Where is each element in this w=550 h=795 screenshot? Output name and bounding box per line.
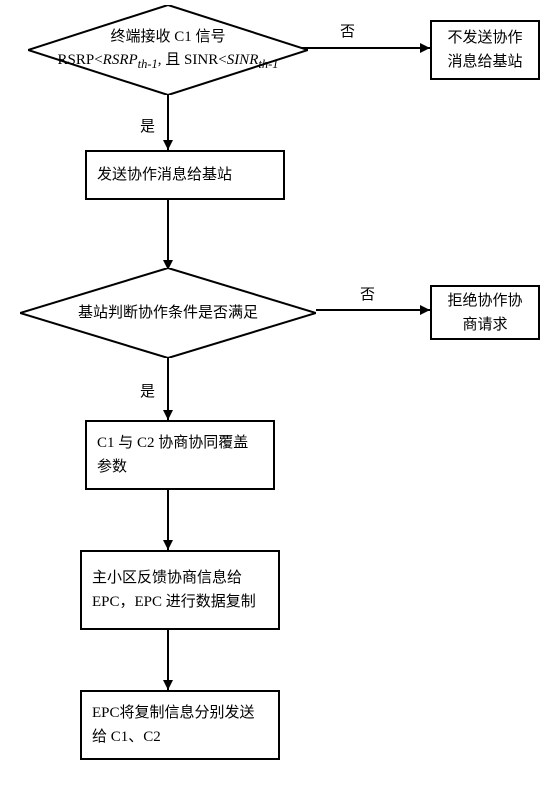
decision-bs-check-text: 基站判断协作条件是否满足 (20, 268, 316, 358)
flowchart-canvas: 终端接收 C1 信号 RSRP<RSRPth-1, 且 SINR<SINRth-… (0, 0, 550, 795)
process-feedback-epc-text: 主小区反馈协商信息给EPC，EPC 进行数据复制 (92, 566, 268, 614)
connectors (0, 0, 550, 795)
process-send-coop: 发送协作消息给基站 (85, 150, 285, 200)
process-reject: 拒绝协作协商请求 (430, 285, 540, 340)
process-no-send-text: 不发送协作消息给基站 (442, 26, 528, 74)
process-epc-send: EPC将复制信息分别发送给 C1、C2 (80, 690, 280, 760)
d1-line1: 终端接收 C1 信号 (58, 26, 279, 49)
edge-label-d1-no: 否 (340, 20, 355, 41)
process-epc-send-text: EPC将复制信息分别发送给 C1、C2 (92, 701, 268, 749)
process-feedback-epc: 主小区反馈协商信息给EPC，EPC 进行数据复制 (80, 550, 280, 630)
d1-line2: RSRP<RSRPth-1, 且 SINR<SINRth-1 (58, 49, 279, 74)
process-c1c2-negotiate: C1 与 C2 协商协同覆盖参数 (85, 420, 275, 490)
process-no-send: 不发送协作消息给基站 (430, 20, 540, 80)
edge-label-d1-yes: 是 (140, 115, 155, 136)
decision-bs-check: 基站判断协作条件是否满足 (20, 268, 316, 358)
decision-terminal-signal-text: 终端接收 C1 信号 RSRP<RSRPth-1, 且 SINR<SINRth-… (28, 5, 308, 95)
decision-terminal-signal: 终端接收 C1 信号 RSRP<RSRPth-1, 且 SINR<SINRth-… (28, 5, 308, 95)
edge-label-d2-no: 否 (360, 283, 375, 304)
edge-label-d2-yes: 是 (140, 380, 155, 401)
process-send-coop-text: 发送协作消息给基站 (97, 163, 232, 187)
process-c1c2-negotiate-text: C1 与 C2 协商协同覆盖参数 (97, 431, 263, 479)
process-reject-text: 拒绝协作协商请求 (442, 289, 528, 337)
